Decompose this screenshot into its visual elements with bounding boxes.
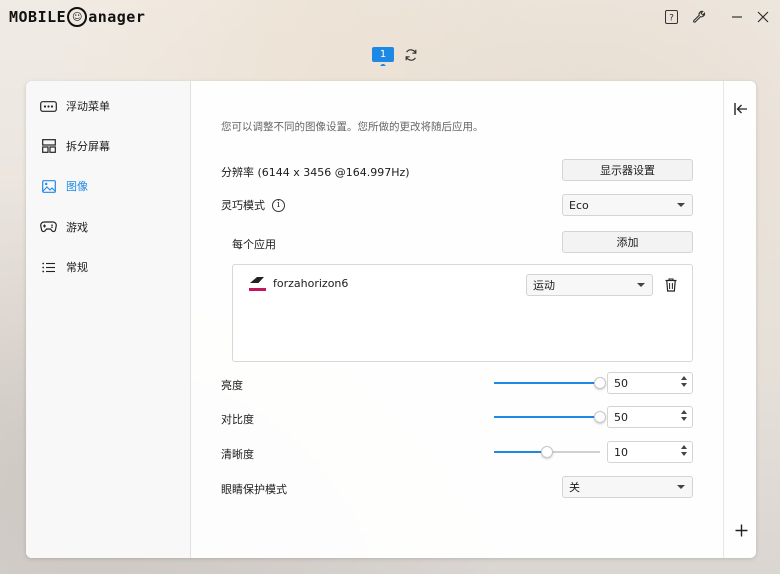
stepper-arrows-icon[interactable] [681, 445, 687, 456]
app-mode-dropdown[interactable]: 运动 [526, 274, 653, 296]
help-icon[interactable]: ? [662, 8, 680, 26]
sidebar: 浮动菜单 拆分屏幕 图像 游戏 常规 [26, 81, 191, 558]
smart-mode-value: Eco [569, 198, 589, 212]
slider-thumb[interactable] [541, 446, 553, 458]
display-settings-button[interactable]: 显示器设置 [562, 159, 693, 181]
sidebar-item-floating-menu[interactable]: 浮动菜单 [40, 93, 110, 119]
add-icon[interactable] [731, 520, 751, 540]
refresh-icon[interactable] [404, 48, 418, 66]
brightness-label: 亮度 [221, 379, 243, 392]
floating-menu-icon [40, 99, 57, 113]
right-rail [723, 81, 756, 558]
app-mode-value: 运动 [533, 279, 555, 292]
image-settings-panel: 您可以调整不同的图像设置。您所做的更改将随后应用。 分辨率 (6144 x 34… [191, 81, 723, 558]
sidebar-item-label: 常规 [66, 261, 88, 274]
smart-mode-label: 灵巧模式 [221, 199, 265, 212]
minimize-icon[interactable] [728, 8, 746, 26]
close-icon[interactable] [754, 8, 772, 26]
list-item: forzahorizon6 [249, 275, 348, 291]
sharpness-value: 10 [614, 445, 628, 459]
contrast-label: 对比度 [221, 413, 254, 426]
sidebar-item-label: 浮动菜单 [66, 100, 110, 113]
info-icon[interactable]: i [272, 198, 285, 212]
list-icon [40, 260, 57, 274]
sidebar-item-general[interactable]: 常规 [40, 254, 88, 280]
chevron-down-icon [677, 203, 685, 207]
sharpness-label: 清晰度 [221, 448, 254, 461]
brightness-value: 50 [614, 376, 628, 390]
settings-card: 浮动菜单 拆分屏幕 图像 游戏 常规 您可以调整不同的图像设置。您所做的更改将随… [26, 81, 756, 558]
sidebar-item-split-screen[interactable]: 拆分屏幕 [40, 133, 110, 159]
title-bar: MOBILE ☺ anager ? [0, 0, 780, 34]
sharpness-input[interactable]: 10 [607, 441, 693, 463]
eye-care-label: 眼睛保护模式 [221, 483, 287, 496]
contrast-input[interactable]: 50 [607, 406, 693, 428]
sidebar-item-image[interactable]: 图像 [40, 173, 88, 199]
logo-mark-icon: ☺ [67, 7, 88, 27]
slider-thumb[interactable] [594, 411, 606, 423]
forza-app-icon [249, 275, 266, 291]
svg-text:?: ? [669, 14, 674, 24]
logo-text-right: anager [88, 8, 146, 26]
add-app-button[interactable]: 添加 [562, 231, 693, 253]
brightness-input[interactable]: 50 [607, 372, 693, 394]
eye-care-dropdown[interactable]: 关 [562, 476, 693, 498]
gamepad-icon [40, 220, 57, 234]
contrast-slider[interactable] [494, 410, 606, 424]
monitor-number: 1 [372, 47, 394, 62]
slider-thumb[interactable] [594, 377, 606, 389]
contrast-value: 50 [614, 410, 628, 424]
stepper-arrows-icon[interactable] [681, 376, 687, 387]
monitor-selector: 1 [372, 47, 418, 66]
logo-text-left: MOBILE [9, 8, 67, 26]
collapse-panel-icon[interactable] [731, 99, 751, 119]
per-app-label: 每个应用 [232, 238, 276, 251]
monitor-1-button[interactable]: 1 [372, 47, 394, 66]
app-name: forzahorizon6 [273, 276, 349, 290]
resolution-label: 分辨率 (6144 x 3456 @164.997Hz) [221, 166, 410, 179]
stepper-arrows-icon[interactable] [681, 410, 687, 421]
image-icon [40, 179, 57, 193]
chevron-down-icon [637, 283, 645, 287]
brightness-slider[interactable] [494, 376, 606, 390]
sidebar-item-label: 图像 [66, 180, 88, 193]
trash-icon[interactable] [661, 275, 681, 295]
per-app-list: forzahorizon6 运动 [232, 264, 693, 362]
app-logo: MOBILE ☺ anager [9, 6, 145, 28]
sidebar-item-game[interactable]: 游戏 [40, 214, 88, 240]
smart-mode-dropdown[interactable]: Eco [562, 194, 693, 216]
sidebar-item-label: 游戏 [66, 221, 88, 234]
chevron-down-icon [677, 485, 685, 489]
intro-text: 您可以调整不同的图像设置。您所做的更改将随后应用。 [221, 121, 484, 133]
wrench-icon[interactable] [690, 8, 708, 26]
smart-mode-row: 灵巧模式 i [221, 197, 285, 213]
eye-care-value: 关 [569, 481, 580, 494]
sharpness-slider[interactable] [494, 445, 600, 459]
split-screen-icon [40, 139, 57, 153]
sidebar-item-label: 拆分屏幕 [66, 140, 110, 153]
